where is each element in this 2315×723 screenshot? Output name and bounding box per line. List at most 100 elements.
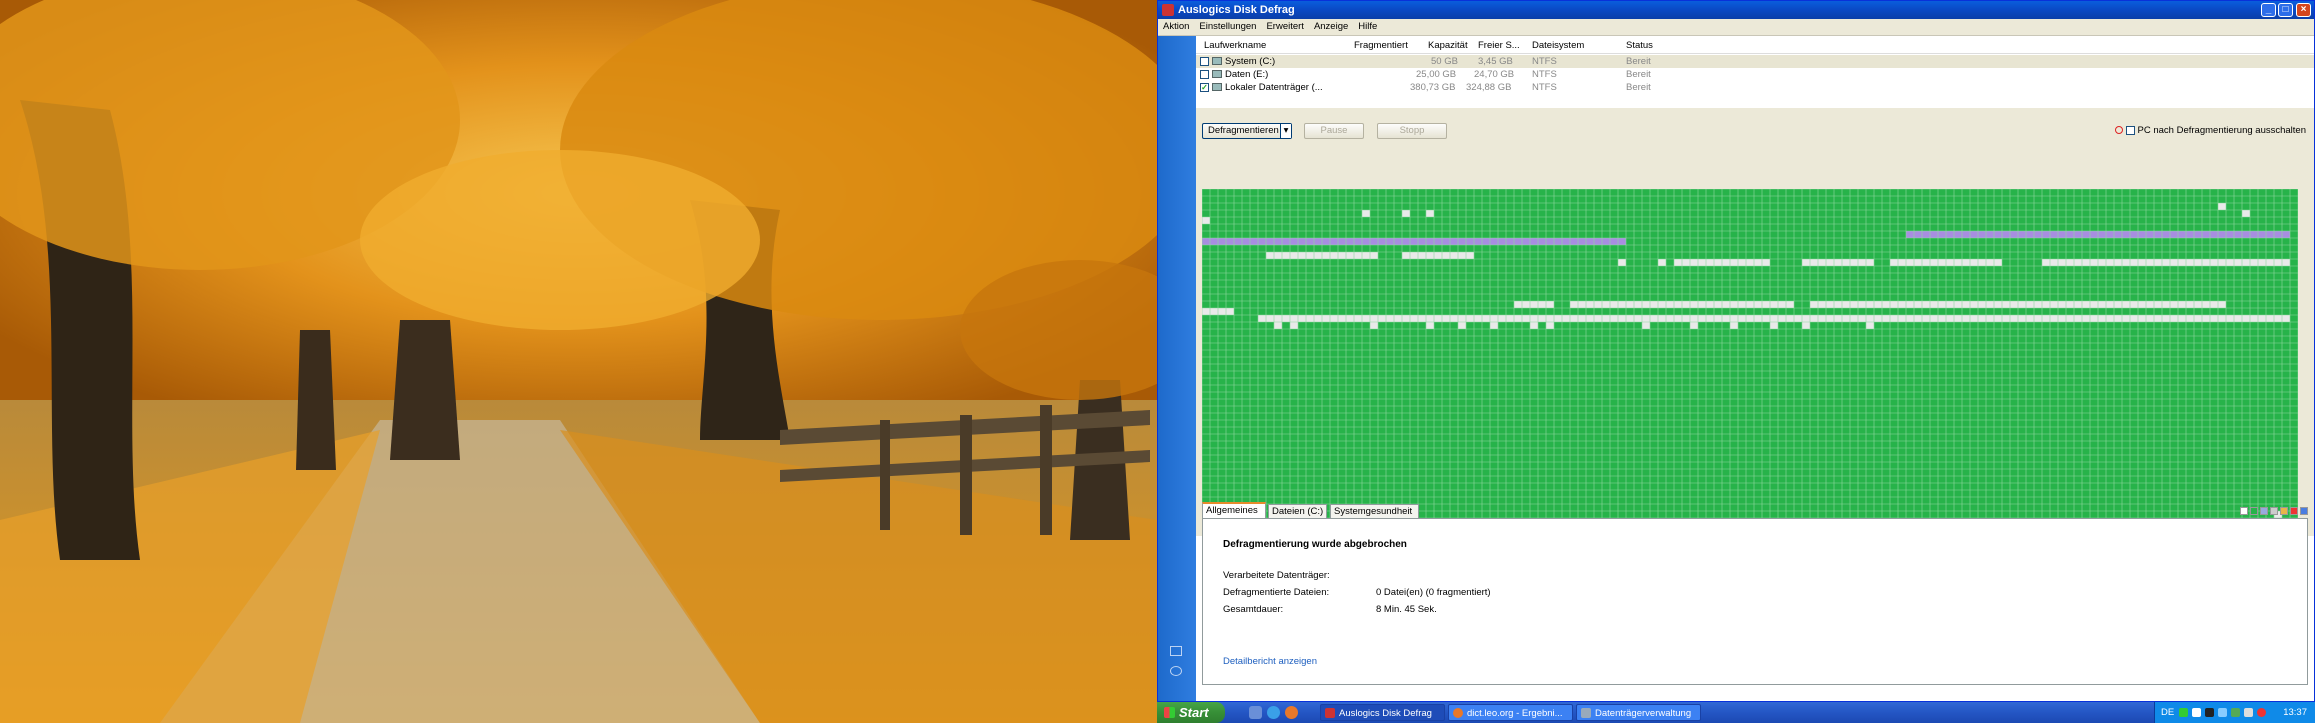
internet-explorer-icon[interactable] xyxy=(1267,706,1280,719)
col-kapazitaet[interactable]: Kapazität xyxy=(1428,40,1468,52)
cluster-block-free xyxy=(1946,315,1954,322)
cluster-block-free xyxy=(2114,301,2122,308)
cluster-block-system xyxy=(2162,231,2170,238)
col-laufwerkname[interactable]: Laufwerkname xyxy=(1204,40,1266,52)
cluster-block-system xyxy=(2274,231,2282,238)
cluster-block-system xyxy=(1546,238,1554,245)
col-freier-speicher[interactable]: Freier S... xyxy=(1478,40,1520,52)
tray-icon[interactable] xyxy=(2192,708,2201,717)
tray-icon[interactable] xyxy=(2218,708,2227,717)
cluster-block-free xyxy=(1514,315,1522,322)
start-button[interactable]: Start xyxy=(1157,702,1225,723)
cluster-block-system xyxy=(2234,231,2242,238)
power-icon xyxy=(2114,126,2123,135)
task-datentraegerverwaltung[interactable]: Datenträgerverwaltung xyxy=(1576,704,1701,721)
show-desktop-icon[interactable] xyxy=(1249,706,1262,719)
cluster-block-system xyxy=(1258,238,1266,245)
cluster-block-system xyxy=(1522,238,1530,245)
clock-icon[interactable] xyxy=(1170,666,1182,676)
cluster-block-system xyxy=(1450,238,1458,245)
stop-button[interactable]: Stopp xyxy=(1377,123,1447,139)
title-bar[interactable]: Auslogics Disk Defrag _ □ × xyxy=(1158,1,2314,19)
cluster-block-free xyxy=(2122,315,2130,322)
shutdown-option[interactable]: PC nach Defragmentierung ausschalten xyxy=(2114,125,2306,137)
cluster-block-system xyxy=(1922,231,1930,238)
cluster-block-free xyxy=(2106,259,2114,266)
language-indicator[interactable]: DE xyxy=(2161,702,2174,723)
drive-row[interactable]: System (C:) 50 GB 3,45 GB NTFS Bereit xyxy=(1196,55,2314,68)
detail-report-link[interactable]: Detailbericht anzeigen xyxy=(1223,656,1317,667)
cluster-block-system xyxy=(1322,238,1330,245)
tab-systemgesundheit[interactable]: Systemgesundheit xyxy=(1330,504,1419,518)
security-icon[interactable] xyxy=(2257,708,2266,717)
defragment-button[interactable]: Defragmentieren ▾ xyxy=(1202,123,1292,139)
drive-row[interactable]: Daten (E:) 25,00 GB 24,70 GB NTFS Bereit xyxy=(1196,68,2314,81)
cluster-block-free xyxy=(1994,301,2002,308)
close-button[interactable]: × xyxy=(2296,3,2311,17)
cluster-block-free xyxy=(1634,301,1642,308)
cluster-block-free xyxy=(1986,259,1994,266)
menu-erweitert[interactable]: Erweitert xyxy=(1261,19,1308,35)
firefox-icon[interactable] xyxy=(1285,706,1298,719)
windows-logo-icon xyxy=(1164,707,1175,718)
cluster-block-free xyxy=(1266,252,1274,259)
cluster-block-system xyxy=(1426,238,1434,245)
shutdown-checkbox[interactable] xyxy=(2125,125,2135,135)
list-view-icon[interactable] xyxy=(1170,646,1182,656)
cluster-block-free xyxy=(2162,259,2170,266)
cluster-block-free xyxy=(2178,301,2186,308)
cluster-block-free xyxy=(2218,259,2226,266)
splitter[interactable] xyxy=(1196,108,2314,116)
cluster-block-free xyxy=(1802,322,1810,329)
cluster-block-free xyxy=(1866,315,1874,322)
col-dateisystem[interactable]: Dateisystem xyxy=(1532,40,1584,52)
cluster-block-system xyxy=(2018,231,2026,238)
tray-icon[interactable] xyxy=(2179,708,2188,717)
chevron-down-icon[interactable]: ▾ xyxy=(1280,124,1291,138)
cluster-block-free xyxy=(2082,301,2090,308)
task-disk-defrag[interactable]: Auslogics Disk Defrag xyxy=(1320,704,1445,721)
tray-icon[interactable] xyxy=(2205,708,2214,717)
cluster-block-free xyxy=(2178,259,2186,266)
col-status[interactable]: Status xyxy=(1626,40,1653,52)
drive-row[interactable]: ✓ Lokaler Datenträger (... 380,73 GB 324… xyxy=(1196,81,2314,94)
cluster-block-free xyxy=(2018,315,2026,322)
volume-icon[interactable] xyxy=(2244,708,2253,717)
cluster-block-system xyxy=(2026,231,2034,238)
menu-aktion[interactable]: Aktion xyxy=(1158,19,1194,35)
tray-icon[interactable] xyxy=(2231,708,2240,717)
cluster-block-free xyxy=(2098,315,2106,322)
cluster-block-system xyxy=(1314,238,1322,245)
cluster-block-free xyxy=(2162,315,2170,322)
cluster-block-system xyxy=(2090,231,2098,238)
tab-dateien[interactable]: Dateien (C:) xyxy=(1268,504,1327,518)
drive-list: Laufwerkname Fragmentiert Kapazität Frei… xyxy=(1196,36,2314,108)
cluster-block-system xyxy=(2250,231,2258,238)
menu-anzeige[interactable]: Anzeige xyxy=(1309,19,1353,35)
cluster-block-free xyxy=(1658,301,1666,308)
cluster-block-system xyxy=(1442,238,1450,245)
pause-button[interactable]: Pause xyxy=(1304,123,1364,139)
menu-einstellungen[interactable]: Einstellungen xyxy=(1194,19,1261,35)
cluster-block-free xyxy=(1714,301,1722,308)
drive-checkbox[interactable]: ✓ xyxy=(1200,83,1209,92)
cluster-block-free xyxy=(2154,315,2162,322)
cluster-block-free xyxy=(2066,315,2074,322)
drive-free: 3,45 GB xyxy=(1478,56,1513,67)
cluster-block-free xyxy=(1314,252,1322,259)
task-dict-leo[interactable]: dict.leo.org - Ergebni... xyxy=(1448,704,1573,721)
maximize-button[interactable]: □ xyxy=(2278,3,2293,17)
cluster-block-system xyxy=(2210,231,2218,238)
minimize-button[interactable]: _ xyxy=(2261,3,2276,17)
cluster-block-free xyxy=(1538,315,1546,322)
drive-checkbox[interactable] xyxy=(1200,70,1209,79)
drive-checkbox[interactable] xyxy=(1200,57,1209,66)
cluster-block-system xyxy=(1578,238,1586,245)
col-fragmentiert[interactable]: Fragmentiert xyxy=(1354,40,1408,52)
menu-hilfe[interactable]: Hilfe xyxy=(1353,19,1382,35)
cluster-block-system xyxy=(1362,238,1370,245)
tab-allgemeines[interactable]: Allgemeines xyxy=(1202,502,1266,518)
cluster-block-free xyxy=(2258,315,2266,322)
cluster-block-free xyxy=(1306,315,1314,322)
cluster-block-free xyxy=(2034,315,2042,322)
